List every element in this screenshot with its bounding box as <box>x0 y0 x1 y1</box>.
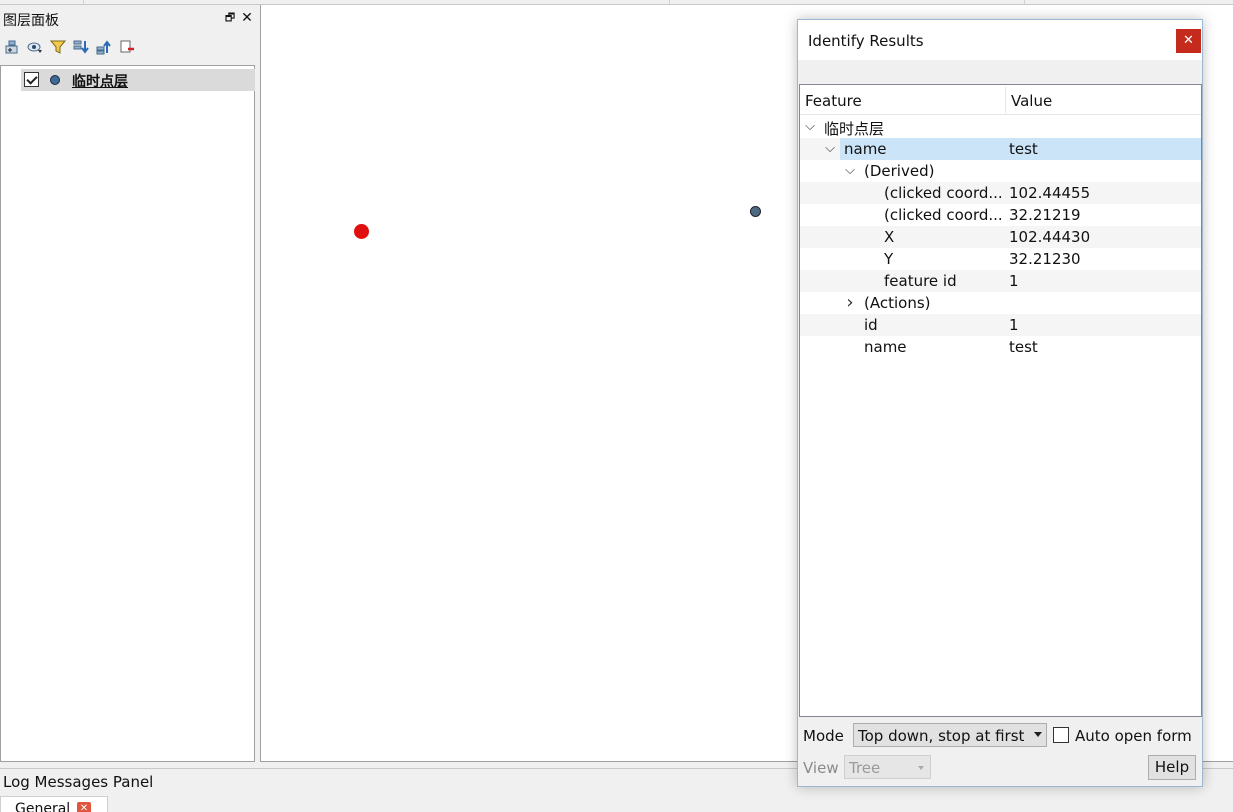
expand-all-icon[interactable] <box>73 39 89 55</box>
layers-panel-titlebar: 图层面板 🗗 ✕ <box>0 5 256 33</box>
tree-row[interactable]: name test <box>800 336 1201 358</box>
layer-visibility-checkbox[interactable] <box>24 72 39 87</box>
point-symbol-icon <box>50 75 60 85</box>
close-dialog-button[interactable]: ✕ <box>1176 29 1201 53</box>
tab-general[interactable]: General ✕ <box>0 796 108 812</box>
tree-row-value: 1 <box>1009 316 1019 334</box>
column-separator[interactable] <box>1005 87 1006 113</box>
mode-label: Mode <box>803 727 844 745</box>
dropdown-arrow-icon <box>918 766 924 770</box>
tree-row-feature: id <box>864 316 878 334</box>
tree-row-feature: Y <box>884 250 894 268</box>
dialog-toolbar <box>798 60 1202 84</box>
clicked-point-marker <box>354 224 369 239</box>
mode-value: Top down, stop at first <box>858 727 1025 745</box>
tree-header: Feature Value <box>800 85 1201 115</box>
tab-general-label: General <box>15 801 71 812</box>
chevron-down-icon[interactable]: ⌵ <box>823 140 837 158</box>
tree-row[interactable]: ⌵ 临时点层 <box>800 116 1201 138</box>
tree-row[interactable]: feature id 1 <box>800 270 1201 292</box>
view-dropdown[interactable]: Tree <box>844 755 931 779</box>
tree-row-feature: feature id <box>884 272 957 290</box>
dialog-titlebar[interactable]: Identify Results ✕ <box>798 20 1202 60</box>
view-label: View <box>803 759 839 777</box>
tree-row-value: test <box>1009 140 1038 158</box>
layer-item[interactable]: 临时点层 <box>21 69 255 91</box>
manage-visibility-icon[interactable] <box>27 39 43 55</box>
tree-row-value: 32.21219 <box>1009 206 1081 224</box>
tree-row-feature: (clicked coord... <box>884 184 1003 202</box>
float-panel-icon[interactable]: 🗗 <box>223 11 237 25</box>
dialog-title: Identify Results <box>808 32 924 50</box>
tree-row-feature: name <box>844 140 887 158</box>
results-tree[interactable]: Feature Value ⌵ 临时点层 ⌵ name test ⌵ (Derived) (c… <box>799 84 1202 717</box>
tree-row-feature: 临时点层 <box>824 120 885 138</box>
chevron-down-icon[interactable]: ⌵ <box>843 162 857 180</box>
tree-row-feature: (Actions) <box>864 294 931 312</box>
mode-dropdown[interactable]: Top down, stop at first <box>853 723 1047 747</box>
tree-row[interactable]: id 1 <box>800 314 1201 336</box>
dialog-options: Mode Top down, stop at first Auto open f… <box>798 717 1202 787</box>
tree-row-feature: (Derived) <box>864 162 935 180</box>
add-group-icon[interactable] <box>4 39 20 55</box>
auto-open-form-label[interactable]: Auto open form <box>1075 727 1192 745</box>
tree-row-value: 102.44430 <box>1009 228 1091 246</box>
identify-results-dialog: Identify Results ✕ Feature Value ⌵ 临时点层 ⌵ n… <box>797 19 1203 787</box>
close-panel-icon[interactable]: ✕ <box>240 10 254 26</box>
tree-row[interactable]: ⌵ name test <box>800 138 1201 160</box>
tree-row[interactable]: Y 32.21230 <box>800 248 1201 270</box>
tree-row[interactable]: (clicked coord... 32.21219 <box>800 204 1201 226</box>
toolbar-segment <box>0 0 84 4</box>
auto-open-form-checkbox[interactable] <box>1053 727 1069 743</box>
tree-row[interactable]: (clicked coord... 102.44455 <box>800 182 1201 204</box>
layer-name: 临时点层 <box>72 74 128 90</box>
close-tab-icon[interactable]: ✕ <box>77 802 91 812</box>
toolbar-segment <box>84 0 670 4</box>
tree-row[interactable]: › (Actions) <box>800 292 1201 314</box>
feature-point-marker[interactable] <box>750 206 761 217</box>
tree-row-value: 102.44455 <box>1009 184 1091 202</box>
remove-layer-icon[interactable] <box>119 39 135 55</box>
view-value: Tree <box>849 759 881 777</box>
filter-icon[interactable] <box>50 39 66 55</box>
tree-row-feature: X <box>884 228 895 246</box>
tree-row-feature: (clicked coord... <box>884 206 1003 224</box>
tree-row[interactable]: X 102.44430 <box>800 226 1201 248</box>
chevron-right-icon[interactable]: › <box>843 294 857 312</box>
help-button[interactable]: Help <box>1148 755 1196 780</box>
layers-panel-title: 图层面板 <box>3 13 59 29</box>
chevron-down-icon[interactable]: ⌵ <box>803 118 817 136</box>
dropdown-arrow-icon <box>1034 732 1042 737</box>
tree-row-value: 32.21230 <box>1009 250 1081 268</box>
layer-tree: 临时点层 <box>0 65 255 762</box>
value-column-header[interactable]: Value <box>1011 92 1052 110</box>
tree-row[interactable]: ⌵ (Derived) <box>800 160 1201 182</box>
toolbar-segment <box>670 0 1025 4</box>
tree-row-feature: name <box>864 338 907 356</box>
feature-column-header[interactable]: Feature <box>805 92 862 110</box>
tree-row-value: test <box>1009 338 1038 356</box>
log-panel-title: Log Messages Panel <box>3 773 154 791</box>
collapse-all-icon[interactable] <box>96 39 112 55</box>
tree-row-value: 1 <box>1009 272 1019 290</box>
layers-panel: 图层面板 🗗 ✕ 临时点层 <box>0 5 256 763</box>
